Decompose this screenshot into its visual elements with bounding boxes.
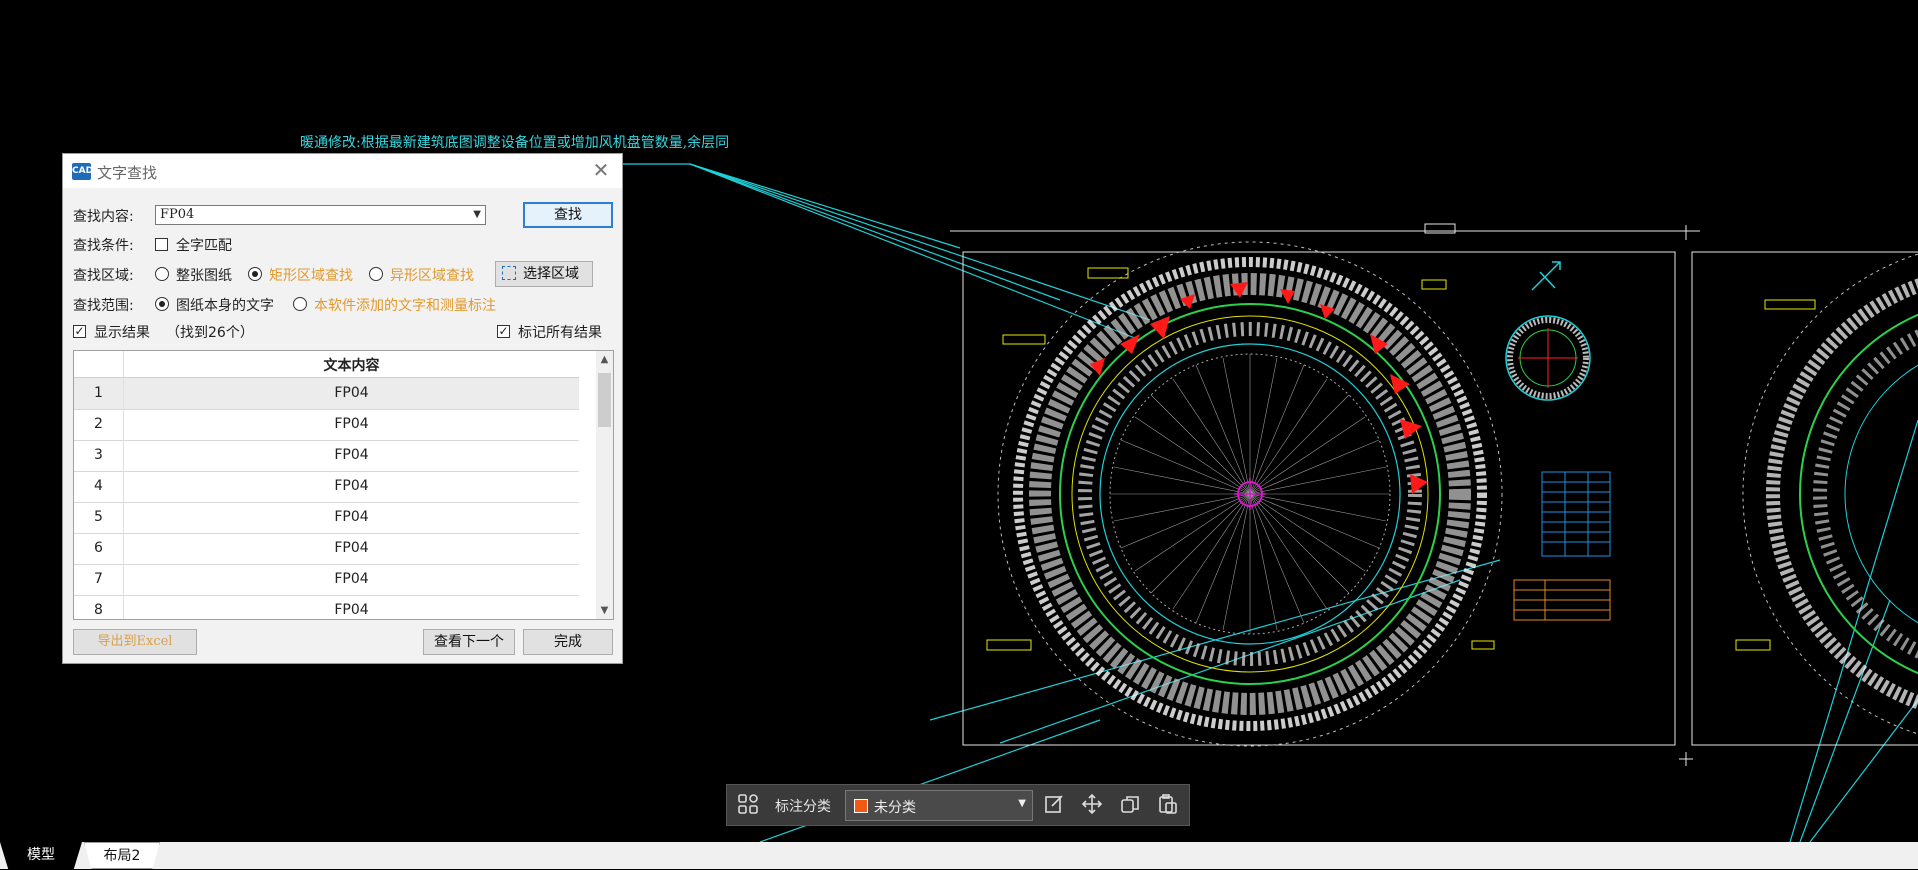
row-index: 2 bbox=[74, 409, 124, 440]
app-logo-icon: CAD bbox=[72, 163, 93, 180]
scope-added-text-radio[interactable] bbox=[293, 297, 307, 311]
row-index-header bbox=[74, 351, 124, 377]
show-results-checkbox[interactable]: ✓ bbox=[73, 325, 86, 338]
scope-drawing-text-radio[interactable] bbox=[155, 297, 169, 311]
select-area-icon bbox=[502, 266, 516, 280]
area-rect-label: 矩形区域查找 bbox=[269, 268, 353, 284]
table-row[interactable]: 1 FP04 bbox=[74, 378, 579, 410]
edit-icon[interactable] bbox=[1041, 793, 1067, 819]
whole-word-checkbox[interactable] bbox=[155, 238, 168, 251]
row-index: 5 bbox=[74, 502, 124, 533]
row-text: FP04 bbox=[334, 602, 369, 618]
table-row[interactable]: 7 FP04 bbox=[74, 564, 579, 596]
scroll-up-icon[interactable]: ▲ bbox=[596, 351, 613, 368]
mark-all-label: 标记所有结果 bbox=[518, 325, 602, 341]
area-whole-sheet-radio[interactable] bbox=[155, 267, 169, 281]
move-icon[interactable] bbox=[1079, 793, 1105, 819]
chevron-down-icon[interactable]: ▼ bbox=[473, 206, 481, 224]
dialog-titlebar[interactable]: CAD 文字查找 ✕ bbox=[63, 154, 622, 188]
row-index: 6 bbox=[74, 533, 124, 564]
search-input-value: FP04 bbox=[160, 207, 195, 222]
row-text: FP04 bbox=[334, 385, 369, 401]
row-text: FP04 bbox=[334, 571, 369, 587]
dialog-title: 文字查找 bbox=[97, 164, 158, 182]
scroll-down-icon[interactable]: ▼ bbox=[596, 602, 613, 619]
annotation-category-label: 标注分类 bbox=[775, 799, 831, 815]
row-index: 8 bbox=[74, 595, 124, 619]
annotation-toolbar: 标注分类 未分类 ▼ bbox=[726, 784, 1190, 826]
table-header: 文本内容 bbox=[74, 351, 579, 378]
area-rect-radio[interactable] bbox=[248, 267, 262, 281]
row-index: 1 bbox=[74, 378, 124, 409]
table-row[interactable]: 5 FP04 bbox=[74, 502, 579, 534]
area-whole-sheet-label: 整张图纸 bbox=[176, 268, 232, 284]
select-area-button[interactable]: 选择区域 bbox=[495, 261, 593, 287]
area-irregular-radio[interactable] bbox=[369, 267, 383, 281]
drawing-revision-note: 暖通修改:根据最新建筑底图调整设备位置或增加风机盘管数量,余层同 bbox=[300, 135, 730, 151]
search-content-label: 查找内容: bbox=[73, 209, 134, 225]
table-row[interactable]: 4 FP04 bbox=[74, 471, 579, 503]
search-input[interactable]: FP04 ▼ bbox=[155, 205, 486, 225]
row-text: FP04 bbox=[334, 509, 369, 525]
row-index: 7 bbox=[74, 564, 124, 595]
copy-icon[interactable] bbox=[1117, 793, 1143, 819]
row-text: FP04 bbox=[334, 540, 369, 556]
search-scope-label: 查找范围: bbox=[73, 298, 134, 314]
table-row[interactable]: 6 FP04 bbox=[74, 533, 579, 565]
row-index: 3 bbox=[74, 440, 124, 471]
annotation-category-select[interactable]: 未分类 ▼ bbox=[845, 790, 1033, 821]
scope-added-text-label: 本软件添加的文字和测量标注 bbox=[314, 298, 496, 314]
category-selected-value: 未分类 bbox=[874, 800, 916, 816]
find-button[interactable]: 查找 bbox=[523, 202, 613, 228]
close-icon[interactable]: ✕ bbox=[590, 159, 612, 181]
view-next-button[interactable]: 查看下一个 bbox=[423, 629, 515, 655]
row-text: FP04 bbox=[334, 416, 369, 432]
whole-word-label: 全字匹配 bbox=[176, 238, 232, 254]
select-area-label: 选择区域 bbox=[523, 266, 579, 282]
row-text: FP04 bbox=[334, 447, 369, 463]
paste-icon[interactable] bbox=[1155, 793, 1181, 819]
text-find-dialog: CAD 文字查找 ✕ 查找内容: FP04 ▼ 查找 查找条件: 全字匹配 查找… bbox=[62, 153, 623, 664]
chevron-down-icon: ▼ bbox=[1018, 798, 1026, 809]
search-condition-label: 查找条件: bbox=[73, 238, 134, 254]
row-index: 4 bbox=[74, 471, 124, 502]
scrollbar-thumb[interactable] bbox=[598, 373, 611, 427]
mark-all-checkbox[interactable]: ✓ bbox=[497, 325, 510, 338]
area-irregular-label: 异形区域查找 bbox=[390, 268, 474, 284]
column-header-text[interactable]: 文本内容 bbox=[124, 355, 579, 375]
found-count-text: （找到26个） bbox=[166, 325, 254, 341]
scope-drawing-text-label: 图纸本身的文字 bbox=[176, 298, 274, 314]
row-text: FP04 bbox=[334, 478, 369, 494]
export-excel-button[interactable]: 导出到Excel bbox=[73, 629, 197, 655]
tab-model[interactable]: 模型 bbox=[0, 842, 82, 869]
layout-tab-bar: 模型 布局2 bbox=[0, 842, 1918, 869]
results-scrollbar[interactable]: ▲ ▼ bbox=[596, 351, 613, 619]
tab-layout2[interactable]: 布局2 bbox=[84, 842, 160, 869]
table-row[interactable]: 3 FP04 bbox=[74, 440, 579, 472]
results-table: 文本内容 1 FP04 2 FP04 3 FP04 4 FP04 5 FP04 … bbox=[73, 350, 614, 620]
grid-icon[interactable] bbox=[735, 793, 761, 819]
show-results-label: 显示结果 bbox=[94, 325, 150, 341]
done-button[interactable]: 完成 bbox=[523, 629, 613, 655]
category-color-swatch bbox=[854, 799, 868, 813]
table-row[interactable]: 2 FP04 bbox=[74, 409, 579, 441]
table-row[interactable]: 8 FP04 bbox=[74, 595, 579, 619]
search-area-label: 查找区域: bbox=[73, 268, 134, 284]
